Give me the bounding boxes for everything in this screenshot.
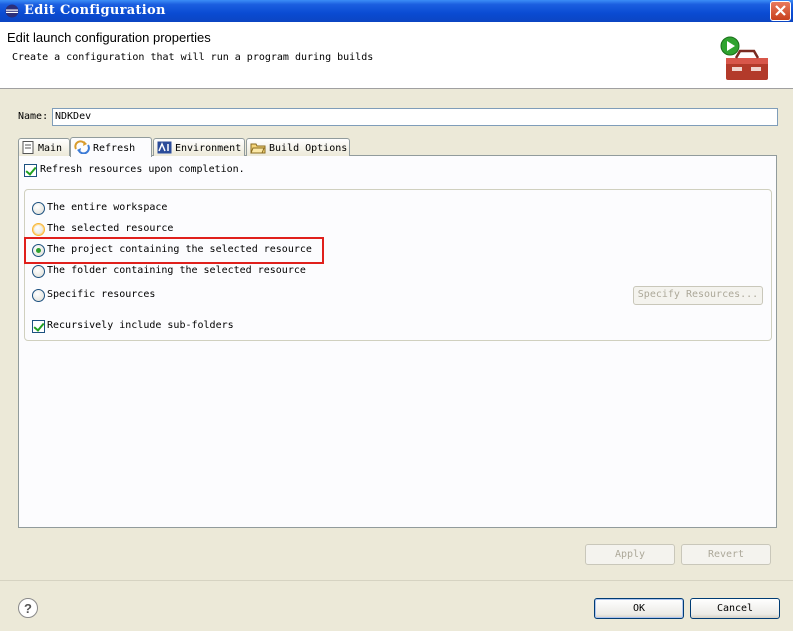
environment-icon: [157, 141, 172, 154]
help-icon[interactable]: ?: [18, 598, 38, 618]
refresh-icon: [74, 140, 90, 155]
close-icon: [775, 5, 786, 16]
radio-entire-workspace[interactable]: [32, 202, 45, 215]
radio-label: The folder containing the selected resou…: [47, 265, 306, 276]
annotation-highlight-box: [24, 237, 324, 264]
refresh-on-completion-checkbox[interactable]: [24, 164, 37, 177]
recursive-checkbox[interactable]: [32, 320, 45, 333]
close-button[interactable]: [770, 1, 791, 21]
revert-button[interactable]: Revert: [681, 544, 771, 565]
tab-refresh[interactable]: Refresh: [70, 137, 152, 157]
cancel-button[interactable]: Cancel: [690, 598, 780, 619]
window-title: Edit Configuration: [24, 3, 166, 18]
toolbox-run-icon: [720, 36, 768, 80]
ok-button[interactable]: OK: [594, 598, 684, 619]
header-title: Edit launch configuration properties: [7, 30, 211, 45]
specify-resources-button[interactable]: Specify Resources...: [633, 286, 763, 305]
apply-button[interactable]: Apply: [585, 544, 675, 565]
name-input[interactable]: NDKDev: [52, 108, 778, 126]
recursive-label: Recursively include sub-folders: [47, 320, 234, 331]
tab-environment[interactable]: Environment: [153, 138, 245, 156]
radio-label: The entire workspace: [47, 202, 168, 213]
build-options-icon: [250, 143, 266, 154]
tab-label: Main: [38, 143, 63, 154]
header-description: Create a configuration that will run a p…: [12, 52, 374, 63]
tab-label: Environment: [175, 143, 242, 154]
tab-build-options[interactable]: Build Options: [246, 138, 350, 156]
radio-label: Specific resources: [47, 289, 156, 300]
main-icon: [22, 141, 34, 154]
separator: [0, 580, 793, 581]
tab-label: Refresh: [93, 143, 136, 154]
tab-label: Build Options: [269, 143, 348, 154]
radio-folder-of-selected-resource[interactable]: [32, 265, 45, 278]
tab-main[interactable]: Main: [18, 138, 70, 156]
radio-specific-resources[interactable]: [32, 289, 45, 302]
radio-selected-resource[interactable]: [32, 223, 45, 236]
name-label: Name:: [18, 111, 49, 122]
radio-label: The selected resource: [47, 223, 174, 234]
eclipse-icon: [5, 4, 19, 18]
refresh-on-completion-label: Refresh resources upon completion.: [40, 164, 245, 175]
